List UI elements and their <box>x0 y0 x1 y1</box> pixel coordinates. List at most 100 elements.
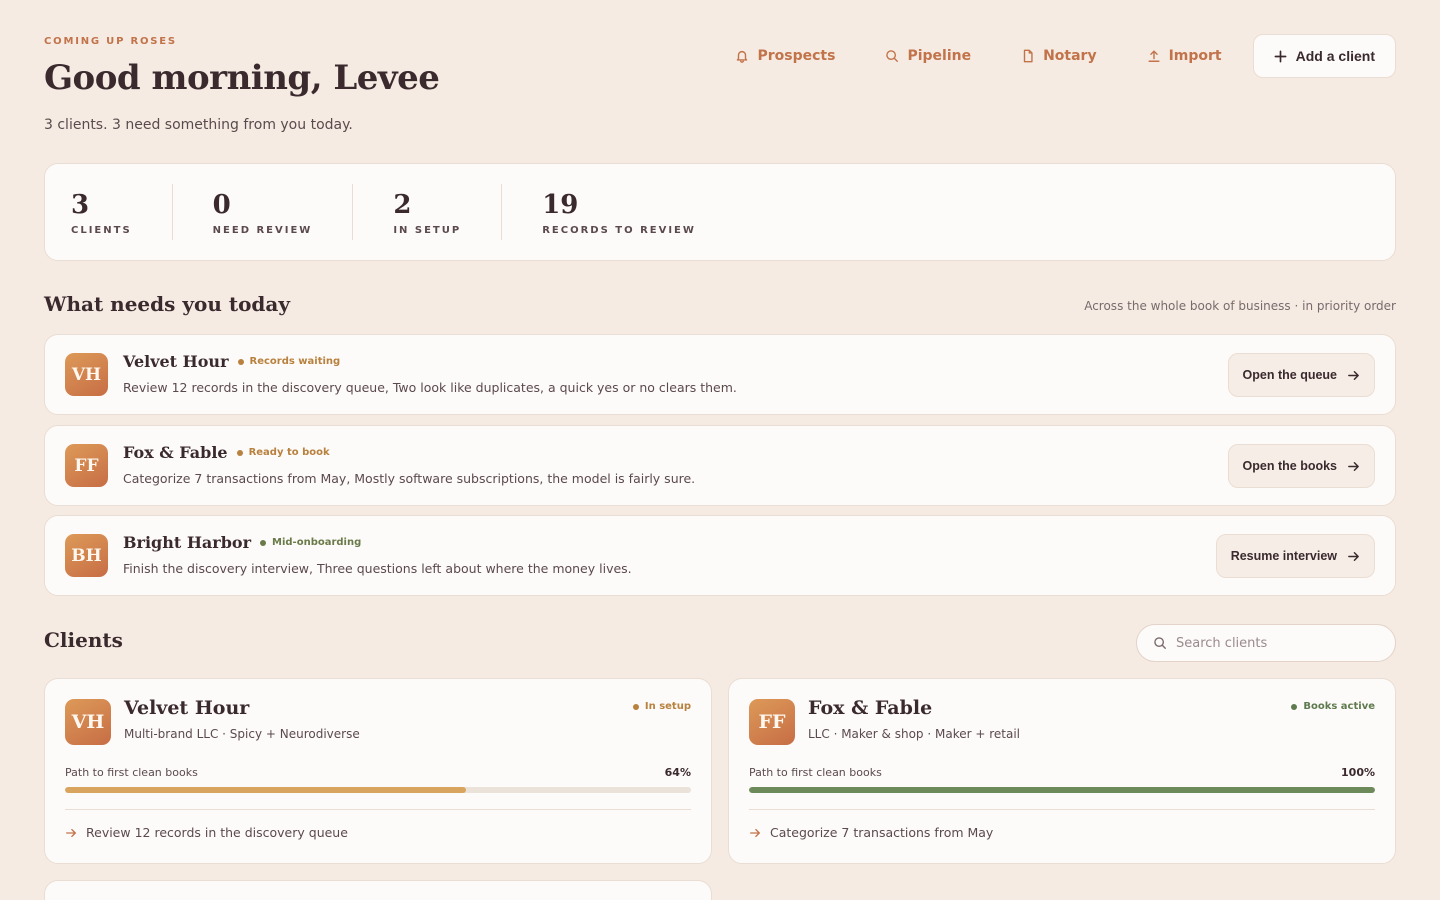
stat-in-setup: 2 IN SETUP <box>352 184 501 240</box>
resume-interview-button[interactable]: Resume interview <box>1215 534 1375 578</box>
upload-icon <box>1148 50 1160 62</box>
next-action-link[interactable]: Categorize 7 transactions from May <box>749 825 993 840</box>
client-card-bright-harbor[interactable] <box>44 880 712 900</box>
nav-import-label: Import <box>1168 48 1222 64</box>
next-action-label: Categorize 7 transactions from May <box>770 825 994 840</box>
stats-panel: 3 CLIENTS 0 NEED REVIEW 2 IN SETUP 19 RE… <box>44 163 1396 261</box>
task-heading: Fox & Fable Ready to book <box>123 443 330 462</box>
status-dot <box>260 539 267 546</box>
next-action-label: Review 12 records in the discovery queue <box>86 825 348 840</box>
divider <box>749 809 1375 810</box>
add-client-button[interactable]: Add a client <box>1252 34 1396 78</box>
status-text: Books active <box>1303 701 1375 712</box>
client-subtitle: Multi-brand LLC · Spicy + Neurodiverse <box>124 727 360 741</box>
page-title: Good morning, Levee <box>44 58 440 98</box>
task-heading: Velvet Hour Records waiting <box>123 352 340 371</box>
search-clients <box>1136 624 1396 662</box>
progress-label: Path to first clean books <box>65 766 198 779</box>
next-action-link[interactable]: Review 12 records in the discovery queue <box>65 825 348 840</box>
stat-value: 3 <box>71 189 90 220</box>
plus-icon <box>1274 50 1287 62</box>
avatar: FF <box>749 699 795 745</box>
stat-label: RECORDS TO REVIEW <box>542 224 696 236</box>
status-badge: Ready to book <box>236 447 330 458</box>
progress-label: Path to first clean books <box>749 766 882 779</box>
open-books-button[interactable]: Open the books <box>1227 444 1375 488</box>
arrow-right-icon <box>750 828 760 837</box>
status-badge: Books active <box>1291 701 1375 712</box>
status-text: Records waiting <box>249 356 341 367</box>
task-card-velvet-hour: VH Velvet Hour Records waiting Review 12… <box>44 334 1396 415</box>
stat-value: 0 <box>212 189 231 220</box>
task-description: Finish the discovery interview, Three qu… <box>123 561 632 576</box>
arrow-right-icon <box>66 828 76 837</box>
status-dot <box>1291 703 1298 710</box>
task-action-label: Open the books <box>1242 459 1337 473</box>
task-action-label: Resume interview <box>1230 549 1337 563</box>
stat-need-review: 0 NEED REVIEW <box>171 184 353 240</box>
client-name: Fox & Fable <box>808 697 933 719</box>
nav-prospects-label: Prospects <box>757 48 836 64</box>
avatar: VH <box>65 353 108 396</box>
search-icon <box>886 50 899 62</box>
stat-label: NEED REVIEW <box>212 224 313 236</box>
client-card-velvet-hour[interactable]: VH Velvet Hour Multi-brand LLC · Spicy +… <box>44 678 712 864</box>
avatar: VH <box>65 699 111 745</box>
status-badge: Mid-onboarding <box>260 537 361 548</box>
top-nav: Prospects Pipeline Notary Import Add a c… <box>710 34 1396 78</box>
task-client-name: Bright Harbor <box>123 533 252 552</box>
task-client-name: Velvet Hour <box>123 352 229 371</box>
stat-clients: 3 CLIENTS <box>71 184 172 240</box>
task-card-bright-harbor: BH Bright Harbor Mid-onboarding Finish t… <box>44 515 1396 596</box>
nav-pipeline-label: Pipeline <box>907 48 972 64</box>
today-section-note: Across the whole book of business · in p… <box>1084 299 1396 313</box>
task-action-label: Open the queue <box>1242 368 1337 382</box>
client-card-fox-fable[interactable]: FF Fox & Fable LLC · Maker & shop · Make… <box>728 678 1396 864</box>
arrow-right-icon <box>1348 551 1359 561</box>
status-dot <box>237 358 244 365</box>
status-badge: Records waiting <box>237 356 341 367</box>
status-dot <box>236 449 243 456</box>
avatar: FF <box>65 444 108 487</box>
avatar: BH <box>65 534 108 577</box>
task-card-fox-fable: FF Fox & Fable Ready to book Categorize … <box>44 425 1396 506</box>
client-name: Velvet Hour <box>124 697 250 719</box>
task-description: Categorize 7 transactions from May, Most… <box>123 471 696 486</box>
progress-track <box>749 787 1375 793</box>
progress-fill <box>65 787 466 793</box>
stat-records-to-review: 19 RECORDS TO REVIEW <box>501 184 736 240</box>
task-heading: Bright Harbor Mid-onboarding <box>123 533 361 552</box>
search-icon <box>1154 637 1166 649</box>
page-summary: 3 clients. 3 need something from you tod… <box>44 117 353 133</box>
progress-track <box>65 787 691 793</box>
client-subtitle: LLC · Maker & shop · Maker + retail <box>808 727 1020 741</box>
add-client-label: Add a client <box>1295 48 1375 64</box>
arrow-right-icon <box>1348 370 1359 380</box>
stat-label: CLIENTS <box>71 224 132 236</box>
task-description: Review 12 records in the discovery queue… <box>123 380 737 395</box>
document-icon <box>1023 49 1033 63</box>
progress-fill <box>749 787 1375 793</box>
progress-percent: 64% <box>664 766 691 779</box>
bell-icon <box>737 50 748 63</box>
nav-notary[interactable]: Notary <box>996 34 1122 78</box>
clients-section-title: Clients <box>44 628 123 652</box>
workspace-eyebrow: COMING UP ROSES <box>44 36 177 47</box>
nav-prospects[interactable]: Prospects <box>710 34 860 78</box>
status-text: Mid-onboarding <box>272 537 362 548</box>
progress-percent: 100% <box>1341 766 1375 779</box>
stat-value: 2 <box>393 189 412 220</box>
search-input[interactable] <box>1176 635 1376 651</box>
arrow-right-icon <box>1348 461 1359 471</box>
status-badge: In setup <box>632 701 691 712</box>
nav-import[interactable]: Import <box>1122 34 1247 78</box>
task-client-name: Fox & Fable <box>123 443 228 462</box>
stat-label: IN SETUP <box>393 224 462 236</box>
open-queue-button[interactable]: Open the queue <box>1227 353 1375 397</box>
nav-notary-label: Notary <box>1043 48 1097 64</box>
stat-value: 19 <box>542 189 579 220</box>
today-section-title: What needs you today <box>44 292 290 316</box>
divider <box>65 809 691 810</box>
nav-pipeline[interactable]: Pipeline <box>860 34 996 78</box>
status-dot <box>632 703 639 710</box>
